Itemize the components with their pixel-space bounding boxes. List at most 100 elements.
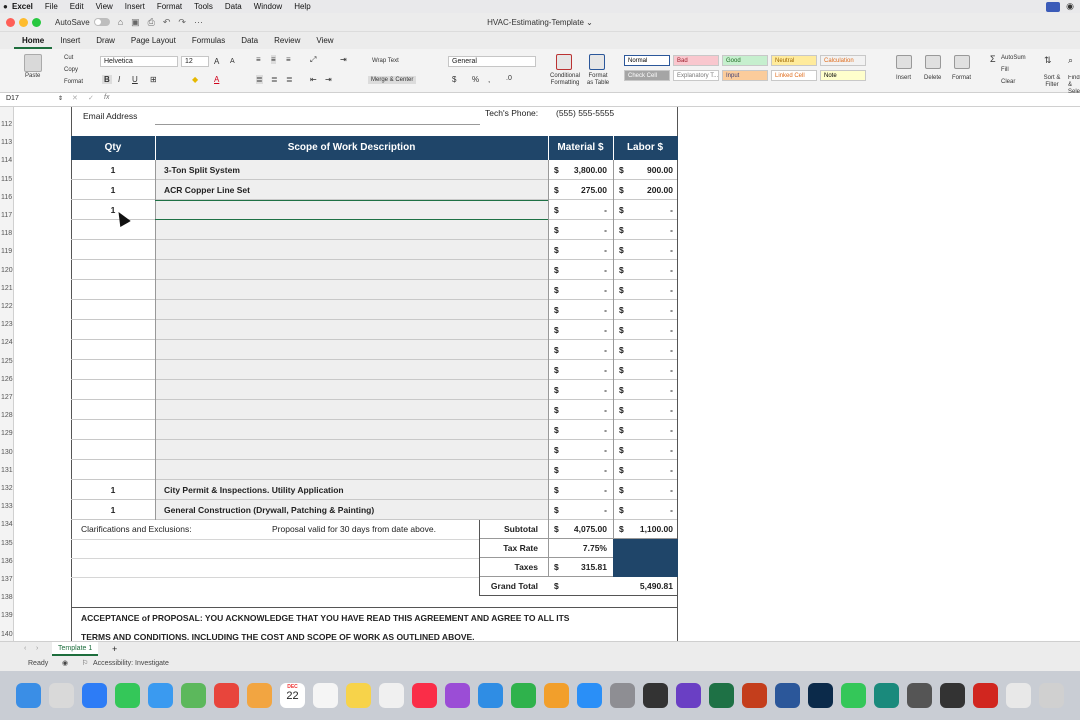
dock-notes-icon[interactable] (346, 683, 371, 708)
row-header[interactable]: 137 (0, 576, 13, 583)
row-header[interactable]: 117 (0, 212, 13, 219)
dock-chrome-icon[interactable] (214, 683, 239, 708)
menu-window[interactable]: Window (248, 2, 288, 11)
grow-font-icon[interactable]: A (214, 57, 219, 66)
comma-format-icon[interactable]: , (488, 75, 490, 84)
tab-insert[interactable]: Insert (52, 32, 88, 49)
paste-button[interactable]: Paste (25, 73, 40, 79)
dock-acrobat-icon[interactable] (973, 683, 998, 708)
menu-tools[interactable]: Tools (188, 2, 219, 11)
format-painter-button[interactable]: Format (64, 79, 83, 85)
dock-activity-monitor-icon[interactable] (643, 683, 668, 708)
row-header[interactable]: 123 (0, 321, 13, 328)
dock-mail-icon[interactable] (148, 683, 173, 708)
align-center-icon[interactable]: ≣ (271, 75, 278, 84)
row-header[interactable]: 120 (0, 267, 13, 274)
dock-maps-icon[interactable] (181, 683, 206, 708)
cell-style-7[interactable]: Input (722, 70, 768, 81)
apple-icon[interactable]: ● (3, 0, 8, 13)
menu-help[interactable]: Help (288, 2, 316, 11)
next-sheet-icon[interactable]: › (36, 645, 38, 652)
tab-data[interactable]: Data (233, 32, 266, 49)
user-icon[interactable]: ◉ (1066, 1, 1074, 12)
tab-formulas[interactable]: Formulas (184, 32, 233, 49)
dock-imovie-icon[interactable] (676, 683, 701, 708)
paste-icon[interactable] (24, 54, 42, 72)
row-header[interactable]: 135 (0, 540, 13, 547)
cut-button[interactable]: Cut (64, 55, 73, 61)
cell-style-3[interactable]: Neutral (771, 55, 817, 66)
menu-edit[interactable]: Edit (64, 2, 90, 11)
decrease-indent-icon[interactable]: ⇤ (310, 75, 317, 84)
fill-color-icon[interactable]: ◆ (192, 75, 198, 84)
format-as-table-button[interactable]: Format as Table (585, 73, 611, 87)
row-header[interactable]: 112 (0, 121, 13, 128)
decimal-icon[interactable]: .0 (506, 75, 512, 82)
worksheet-grid[interactable] (0, 107, 1080, 641)
autosum-button[interactable]: AutoSum (1001, 55, 1026, 61)
clear-button[interactable]: Clear (1001, 79, 1015, 85)
row-header[interactable]: 129 (0, 430, 13, 437)
row-header[interactable]: 127 (0, 394, 13, 401)
italic-button[interactable]: I (118, 75, 120, 84)
row-header[interactable]: 134 (0, 521, 13, 528)
row-header[interactable]: 125 (0, 358, 13, 365)
confirm-edit-icon[interactable]: ✓ (88, 94, 94, 102)
dock-facetime-icon[interactable] (841, 683, 866, 708)
format-cells-button[interactable]: Format (952, 75, 971, 81)
menu-view[interactable]: View (90, 2, 119, 11)
dock-freeform-icon[interactable] (379, 683, 404, 708)
tab-page-layout[interactable]: Page Layout (123, 32, 184, 49)
row-header[interactable]: 132 (0, 485, 13, 492)
shrink-font-icon[interactable]: A (230, 58, 235, 65)
dock-safari-icon[interactable] (82, 683, 107, 708)
align-middle-icon[interactable]: ≡ (271, 55, 276, 64)
menu-data[interactable]: Data (219, 2, 248, 11)
dock-word-icon[interactable] (775, 683, 800, 708)
row-header[interactable]: 140 (0, 631, 13, 638)
insert-cells-icon[interactable] (896, 55, 912, 69)
align-bottom-icon[interactable]: ≡ (286, 55, 291, 64)
dock-music-icon[interactable] (412, 683, 437, 708)
dock-snagit-icon[interactable] (874, 683, 899, 708)
fill-button[interactable]: Fill (1001, 67, 1009, 73)
delete-cells-icon[interactable] (925, 55, 941, 69)
conditional-formatting-button[interactable]: Conditional Formatting (548, 73, 582, 87)
indent-icon[interactable]: ⇥ (340, 55, 347, 64)
accessibility-status[interactable]: Accessibility: Investigate (93, 660, 169, 667)
format-cells-icon[interactable] (954, 55, 970, 69)
cell-style-2[interactable]: Good (722, 55, 768, 66)
cell-style-4[interactable]: Calculation (820, 55, 866, 66)
dock-powerpoint-icon[interactable] (742, 683, 767, 708)
sort-filter-button[interactable]: Sort & Filter (1040, 75, 1064, 89)
prev-sheet-icon[interactable]: ‹ (24, 645, 26, 652)
row-header[interactable]: 122 (0, 303, 13, 310)
screen-record-icon[interactable] (1046, 1, 1061, 12)
row-header[interactable]: 114 (0, 157, 13, 164)
copy-button[interactable]: Copy (64, 67, 78, 73)
row-header[interactable]: 139 (0, 612, 13, 619)
dock-automator-icon[interactable] (907, 683, 932, 708)
row-header[interactable]: 130 (0, 449, 13, 456)
row-header[interactable]: 118 (0, 230, 13, 237)
dock-podcasts-icon[interactable] (445, 683, 470, 708)
insert-cells-button[interactable]: Insert (896, 75, 911, 81)
dock-calendar-icon[interactable]: DEC 22 (280, 683, 305, 708)
row-header[interactable]: 131 (0, 467, 13, 474)
underline-button[interactable]: U (132, 75, 138, 84)
row-header[interactable]: 126 (0, 376, 13, 383)
number-format-select[interactable]: General (448, 56, 536, 67)
dock-system-settings-icon[interactable] (610, 683, 635, 708)
cancel-edit-icon[interactable]: ✕ (72, 94, 78, 102)
row-header[interactable]: 113 (0, 139, 13, 146)
tab-draw[interactable]: Draw (88, 32, 123, 49)
align-right-icon[interactable]: ≣ (286, 75, 293, 84)
menu-format[interactable]: Format (151, 2, 188, 11)
row-header[interactable]: 133 (0, 503, 13, 510)
dock-messages-icon[interactable] (115, 683, 140, 708)
align-top-icon[interactable]: ≡ (256, 55, 261, 64)
row-header[interactable]: 116 (0, 194, 13, 201)
name-box-dropdown-icon[interactable]: ⇕ (58, 95, 63, 102)
menu-insert[interactable]: Insert (119, 2, 151, 11)
format-as-table-icon[interactable] (589, 54, 605, 70)
